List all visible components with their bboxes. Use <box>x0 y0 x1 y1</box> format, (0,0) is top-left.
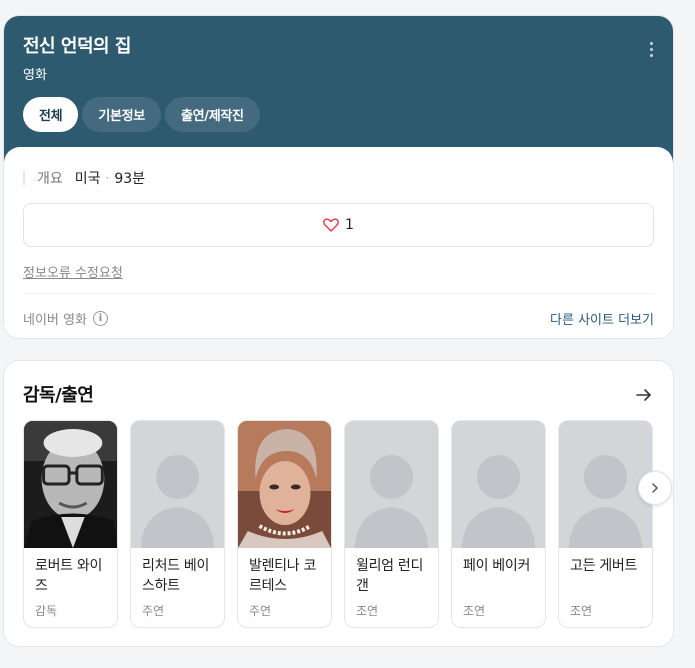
tab-bar: 전체 기본정보 출연/제작진 <box>23 97 654 132</box>
person-role: 주연 <box>249 604 272 618</box>
cast-card: 감독/출연 로버트 와이즈 감독 리처드 베이스하트 주연 발렌티나 코르테스 … <box>3 360 674 647</box>
movie-info-card: 전신 언덕의 집 영화 전체 기본정보 출연/제작진 개요 미국 · 93분 1… <box>3 15 674 339</box>
person-card[interactable]: 로버트 와이즈 감독 <box>23 420 118 628</box>
overview-label: 개요 <box>37 171 63 187</box>
like-count: 1 <box>345 217 354 233</box>
person-role: 주연 <box>142 604 165 618</box>
person-name: 고든 게버트 <box>570 558 638 574</box>
cast-list: 로버트 와이즈 감독 리처드 베이스하트 주연 발렌티나 코르테스 주연 윌리엄… <box>23 420 653 628</box>
heart-icon <box>323 218 339 232</box>
like-button[interactable]: 1 <box>23 203 654 247</box>
placeholder-silhouette <box>345 421 438 548</box>
country-value: 미국 <box>74 171 101 187</box>
arrow-right-icon[interactable] <box>634 385 654 405</box>
person-name: 페이 베이커 <box>463 558 531 574</box>
tab-cast-crew[interactable]: 출연/제작진 <box>164 97 260 132</box>
placeholder-silhouette <box>452 421 545 548</box>
cast-section-title: 감독/출연 <box>23 385 94 406</box>
next-button[interactable] <box>638 471 672 505</box>
person-card[interactable]: 리처드 베이스하트 주연 <box>130 420 225 628</box>
elderly-man-glasses-photo <box>24 421 117 548</box>
movie-title: 전신 언덕의 집 <box>23 36 131 57</box>
overview-bar <box>23 171 25 185</box>
source: 네이버 영화 i <box>23 309 108 328</box>
movie-category: 영화 <box>23 68 47 83</box>
summary-panel: 개요 미국 · 93분 1 정보오류 수정요청 네이버 영화 i 다른 사이트 … <box>4 147 673 338</box>
person-role: 감독 <box>35 604 58 618</box>
info-icon[interactable]: i <box>92 310 108 326</box>
runtime-value: 93분 <box>114 171 146 187</box>
person-card[interactable]: 고든 게버트 조연 <box>558 420 653 628</box>
person-name: 로버트 와이즈 <box>35 558 103 594</box>
other-sites-link[interactable]: 다른 사이트 더보기 <box>550 309 654 328</box>
person-role: 조연 <box>570 604 593 618</box>
person-role: 조연 <box>463 604 486 618</box>
meta-separator: · <box>105 171 110 185</box>
cast-header: 감독/출연 <box>4 361 673 427</box>
person-card[interactable]: 페이 베이커 조연 <box>451 420 546 628</box>
person-name: 윌리엄 런디갠 <box>356 558 424 594</box>
more-vertical-icon[interactable] <box>643 38 659 60</box>
source-label: 네이버 영화 <box>23 312 87 328</box>
chevron-right-icon <box>652 483 658 493</box>
woman-headscarf-photo <box>238 421 331 548</box>
placeholder-silhouette <box>131 421 224 548</box>
person-role: 조연 <box>356 604 379 618</box>
overview-row: 개요 미국 · 93분 <box>23 167 654 189</box>
report-error-link[interactable]: 정보오류 수정요청 <box>23 262 123 281</box>
person-name: 발렌티나 코르테스 <box>249 558 317 594</box>
source-row: 네이버 영화 i 다른 사이트 더보기 <box>23 294 654 338</box>
tab-all[interactable]: 전체 <box>23 97 79 132</box>
person-name: 리처드 베이스하트 <box>142 558 210 594</box>
tab-basic-info[interactable]: 기본정보 <box>82 97 161 132</box>
person-card[interactable]: 윌리엄 런디갠 조연 <box>344 420 439 628</box>
person-card[interactable]: 발렌티나 코르테스 주연 <box>237 420 332 628</box>
